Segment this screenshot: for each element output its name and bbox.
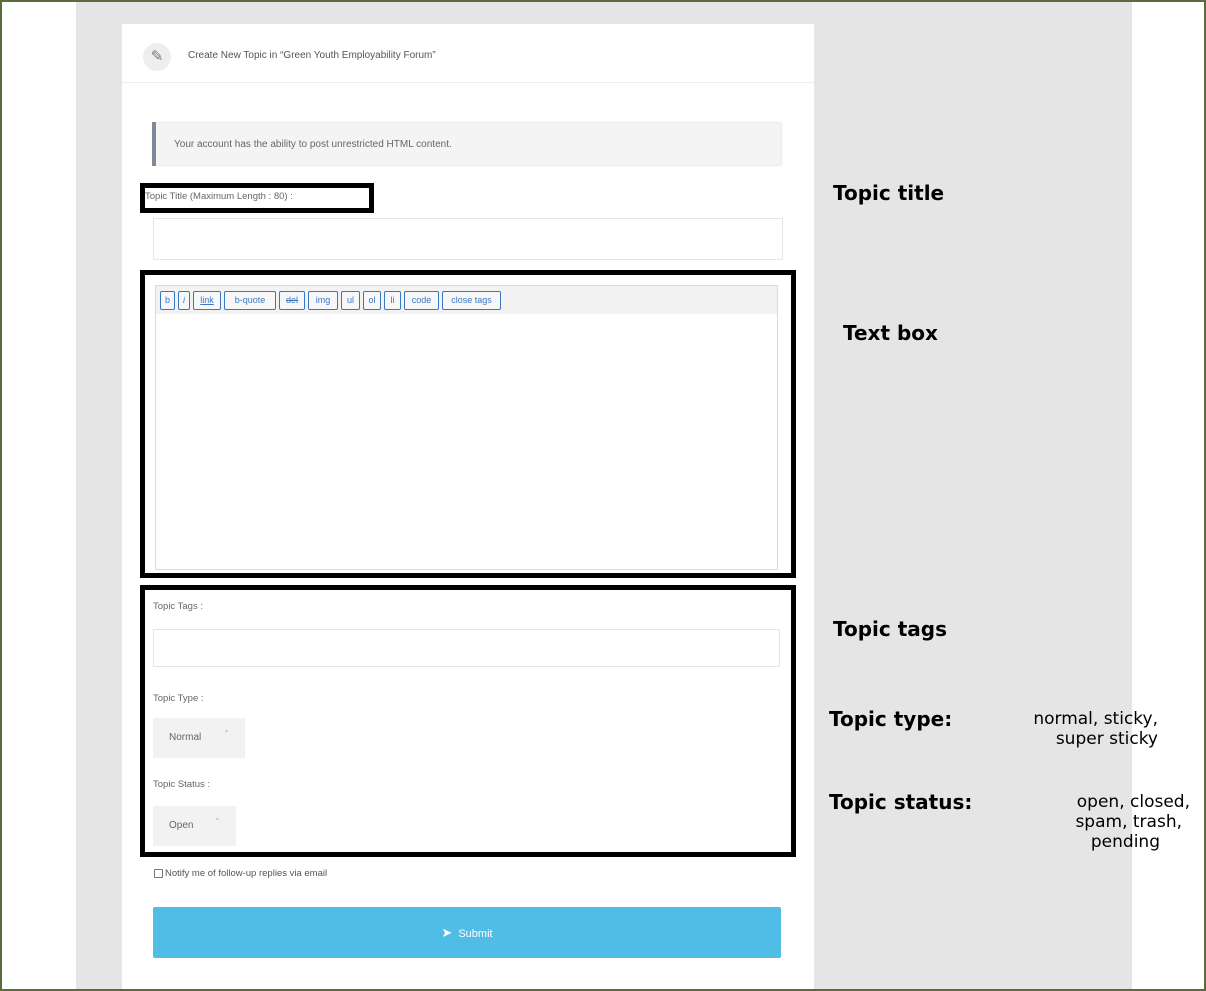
notice-text: Your account has the ability to post unr…	[174, 139, 452, 150]
annotation-topic-status: Topic status:	[829, 790, 973, 814]
annotation-topic-type: Topic type:	[829, 707, 953, 731]
annotation-topic-type-options-1: normal, sticky,	[1033, 709, 1158, 729]
notify-checkbox[interactable]	[154, 869, 163, 878]
annotation-topic-status-options-3: pending	[1090, 832, 1160, 852]
annotation-text-box: Text box	[843, 321, 938, 345]
annotation-topic-status-options-1: open, closed,	[1076, 792, 1190, 812]
annotation-topic-tags: Topic tags	[833, 617, 947, 641]
topic-title-input[interactable]	[153, 218, 783, 260]
submit-button[interactable]: ➤ Submit	[153, 907, 781, 958]
highlight-box-text-box	[140, 270, 796, 578]
paper-plane-icon: ➤	[441, 925, 453, 940]
page-title: Create New Topic in “Green Youth Employa…	[188, 50, 436, 61]
highlight-box-tags-type-status	[140, 585, 796, 857]
annotation-topic-type-options-2: super sticky	[1055, 729, 1158, 749]
notice-accent-bar	[152, 122, 156, 166]
highlight-box-topic-title	[140, 183, 374, 213]
submit-label: Submit	[458, 928, 493, 940]
annotation-topic-status-options-2: spam, trash,	[1075, 812, 1182, 832]
pencil-icon: ✎	[143, 43, 171, 71]
annotation-topic-title: Topic title	[833, 181, 945, 205]
notify-label: Notify me of follow-up replies via email	[165, 868, 328, 879]
